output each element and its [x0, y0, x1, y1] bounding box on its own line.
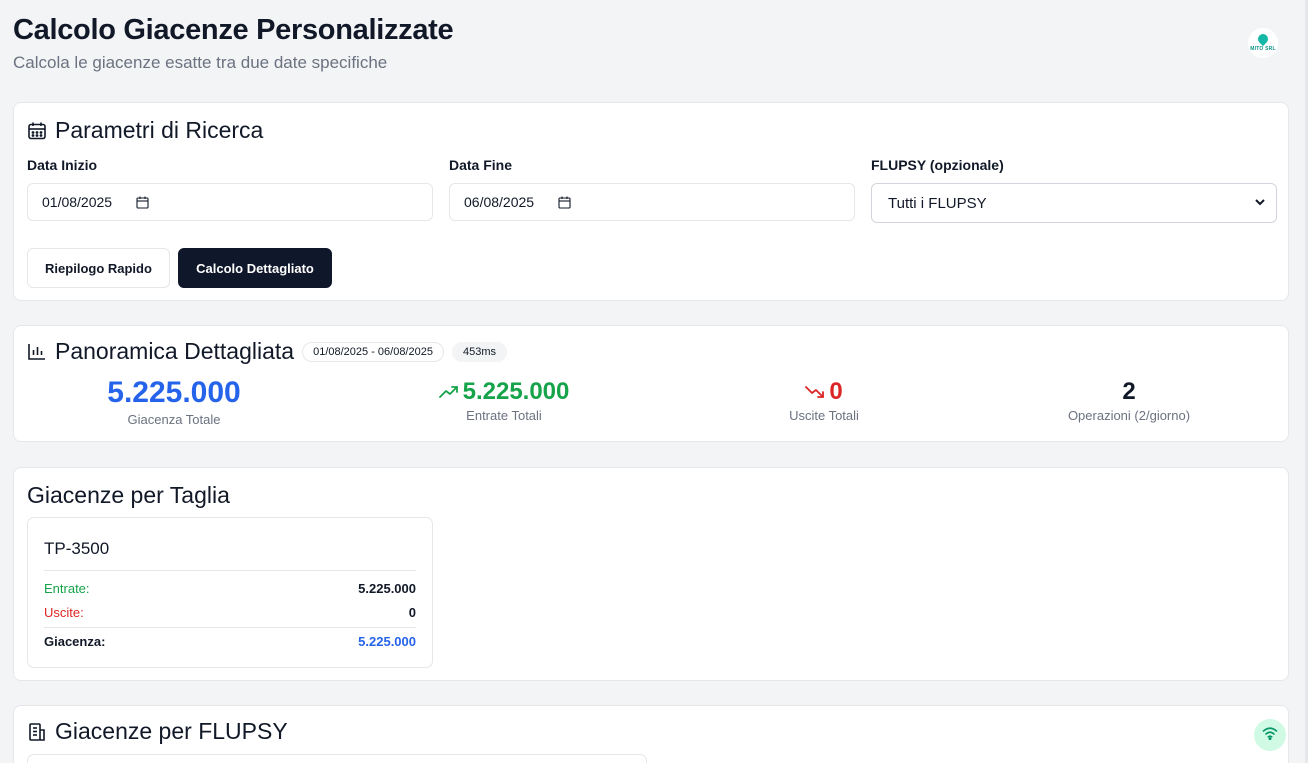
- flupsy-stock-title: Giacenze per FLUPSY: [27, 718, 288, 745]
- end-date-input[interactable]: 06/08/2025: [449, 183, 855, 221]
- overview-title-text: Panoramica Dettagliata: [55, 338, 295, 364]
- start-date-input[interactable]: 01/08/2025: [27, 183, 433, 221]
- total-in-value: 5.225.000: [462, 378, 570, 405]
- operations-value: 2: [1122, 378, 1136, 405]
- calendar-picker-icon[interactable]: [558, 196, 571, 209]
- search-params-title-text: Parametri di Ricerca: [55, 117, 264, 143]
- search-params-title: Parametri di Ricerca: [27, 117, 263, 144]
- chevron-down-icon: [1254, 195, 1266, 212]
- total-in-stat: 5.225.000 Entrate Totali: [354, 378, 654, 423]
- size-in-label: Entrate:: [44, 581, 90, 596]
- page: Calcolo Giacenze Personalizzate Calcola …: [0, 0, 1308, 763]
- size-stock-row: Giacenza: 5.225.000: [44, 634, 416, 650]
- start-date-label: Data Inizio: [27, 157, 98, 173]
- duration-badge: 453ms: [451, 341, 507, 362]
- flupsy-field: FLUPSY (opzionale) Tutti i FLUPSY: [871, 157, 1277, 223]
- calendar-icon: [27, 121, 47, 141]
- logo-text: MITO SRL: [1250, 46, 1276, 52]
- flupsy-stock-card: Giacenze per FLUPSY: [13, 705, 1289, 763]
- total-stock-stat: 5.225.000 Giacenza Totale: [24, 376, 324, 427]
- size-in-row: Entrate: 5.225.000: [44, 581, 416, 597]
- size-stock-title: Giacenze per Taglia: [27, 482, 230, 508]
- drop-icon: [1255, 31, 1271, 47]
- date-range-badge: 01/08/2025 - 06/08/2025: [302, 341, 444, 362]
- start-date-value: 01/08/2025: [42, 194, 113, 210]
- bar-chart-icon: [27, 342, 47, 362]
- overview-title: Panoramica Dettagliata 01/08/2025 - 06/0…: [27, 338, 507, 365]
- flupsy-label: FLUPSY (opzionale): [871, 157, 1004, 173]
- total-out-label: Uscite Totali: [789, 408, 859, 423]
- total-out-stat: 0 Uscite Totali: [674, 378, 974, 423]
- size-name: TP-3500: [44, 539, 416, 571]
- size-stock-value: 5.225.000: [358, 634, 416, 649]
- start-date-field: Data Inizio 01/08/2025: [27, 157, 433, 221]
- total-in-row: 5.225.000: [354, 378, 654, 406]
- page-header: Calcolo Giacenze Personalizzate Calcola …: [13, 12, 1308, 74]
- end-date-label: Data Fine: [449, 157, 513, 173]
- page-subtitle: Calcola le giacenze esatte tra due date …: [13, 53, 388, 72]
- trending-up-icon: [438, 384, 459, 400]
- calendar-picker-icon[interactable]: [136, 196, 149, 209]
- flupsy-stock-title-text: Giacenze per FLUPSY: [55, 718, 288, 744]
- wifi-icon: [1262, 726, 1278, 745]
- quick-summary-button[interactable]: Riepilogo Rapido: [27, 248, 170, 288]
- end-date-field: Data Fine 06/08/2025: [449, 157, 855, 221]
- company-logo: MITO SRL: [1248, 28, 1278, 58]
- end-date-value: 06/08/2025: [464, 194, 535, 210]
- size-stock-label: Giacenza:: [44, 634, 106, 649]
- flupsy-select[interactable]: Tutti i FLUPSY: [871, 183, 1277, 223]
- search-params-card: Parametri di Ricerca Data Inizio 01/08/2…: [13, 102, 1289, 301]
- trending-down-icon: [805, 384, 825, 400]
- size-stock-card: Giacenze per Taglia TP-3500 Entrate: 5.2…: [13, 467, 1289, 681]
- overview-card: Panoramica Dettagliata 01/08/2025 - 06/0…: [13, 325, 1289, 442]
- total-out-row: 0: [674, 378, 974, 406]
- detailed-calc-button[interactable]: Calcolo Dettagliato: [178, 248, 332, 288]
- connection-status-button[interactable]: [1254, 719, 1286, 751]
- building-icon: [27, 722, 47, 742]
- flupsy-item-card: [27, 754, 647, 763]
- total-in-label: Entrate Totali: [466, 408, 542, 423]
- total-out-value: 0: [829, 378, 843, 405]
- total-stock-label: Giacenza Totale: [127, 412, 221, 427]
- size-out-label: Uscite:: [44, 605, 84, 620]
- size-in-value: 5.225.000: [358, 581, 416, 596]
- total-stock-value: 5.225.000: [107, 376, 241, 409]
- operations-stat: 2 Operazioni (2/giorno): [979, 378, 1279, 423]
- page-title: Calcolo Giacenze Personalizzate: [13, 14, 454, 46]
- size-out-row: Uscite: 0: [44, 605, 416, 628]
- size-out-value: 0: [408, 605, 416, 620]
- operations-label: Operazioni (2/giorno): [1067, 408, 1191, 423]
- flupsy-select-value: Tutti i FLUPSY: [888, 194, 987, 212]
- size-item-card: TP-3500 Entrate: 5.225.000 Uscite: 0 Gia…: [27, 517, 433, 668]
